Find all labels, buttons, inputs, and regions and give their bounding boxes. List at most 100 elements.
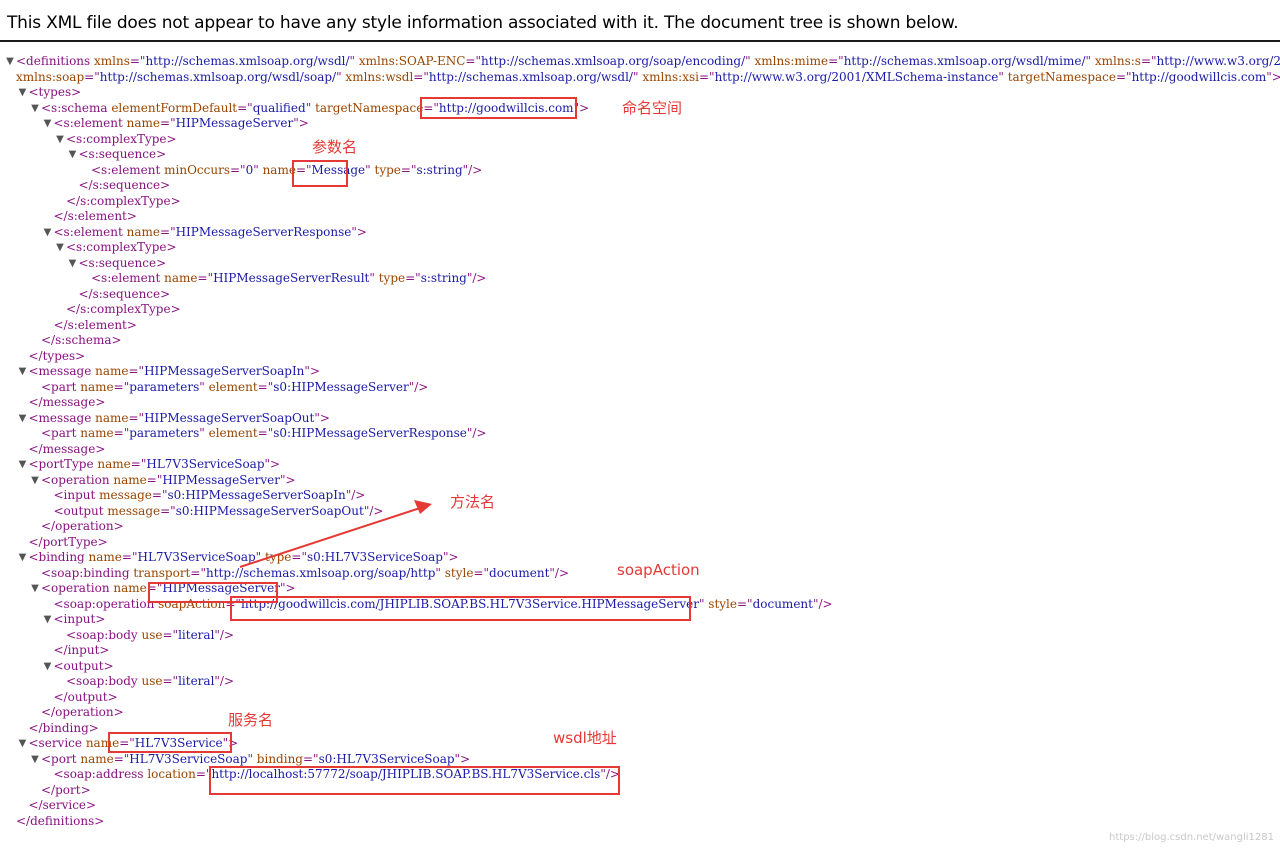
xml-tag-text: <types>	[28, 85, 82, 99]
xml-attr-value: literal	[178, 674, 215, 688]
xml-attr-value: literal	[178, 627, 215, 642]
xml-line: <port name="HL7V3ServiceSoap" binding="s…	[41, 752, 470, 768]
xml-attr-name: minOccurs	[160, 162, 230, 177]
xml-line: </s:schema>	[41, 333, 122, 349]
collapse-toggle-icon[interactable]: ▼	[68, 256, 78, 272]
xml-tag-text: <part	[41, 379, 77, 394]
xml-tag-text: ="	[257, 426, 274, 440]
collapse-toggle-icon[interactable]: ▼	[43, 659, 53, 675]
xml-tag-text: ="	[162, 627, 179, 642]
xml-line: <message name="HIPMessageServerSoapIn">	[29, 364, 321, 380]
xml-attr-name: xmlns:wsdl	[341, 69, 414, 84]
xml-tag-text: <soap:operation	[53, 596, 155, 611]
collapse-toggle-icon[interactable]: ▼	[18, 736, 28, 752]
xml-line: </s:complexType>	[66, 194, 181, 210]
xml-tag-text: ="	[737, 596, 753, 611]
xml-line: </operation>	[41, 519, 124, 535]
xml-line: </portType>	[29, 535, 108, 551]
xml-tag-text: <s:element	[91, 271, 161, 285]
xml-attr-name: use	[137, 674, 163, 688]
xml-attr-name: name	[91, 410, 129, 425]
collapse-toggle-icon[interactable]: ▼	[55, 132, 65, 148]
xml-attr-value: http://goodwillcis.com/JHIPLIB.SOAP.BS.H…	[240, 596, 699, 611]
xml-attr-value: HIPMessageServerResponse	[175, 224, 352, 239]
xml-tag-text: "/>	[363, 503, 384, 518]
xml-attr-value: http://localhost:57772/soap/JHIPLIB.SOAP…	[211, 767, 601, 781]
xml-attr-value: s0:HIPMessageServer	[273, 379, 409, 394]
collapse-toggle-icon[interactable]: ▼	[18, 85, 28, 101]
collapse-toggle-icon[interactable]: ▼	[18, 550, 28, 566]
xml-line: <soap:operation soapAction="http://goodw…	[54, 597, 833, 613]
xml-line: <part name="parameters" element="s0:HIPM…	[41, 380, 428, 396]
xml-tag-text: <s:element	[91, 162, 161, 177]
xml-tag-text: <message	[28, 410, 92, 425]
xml-line: <s:element name="HIPMessageServer">	[54, 116, 309, 132]
xml-attr-value: document	[752, 596, 813, 611]
xml-tag-text: ="	[197, 271, 214, 285]
xml-tag-text: <portType	[28, 457, 94, 471]
collapse-toggle-icon[interactable]: ▼	[18, 411, 28, 427]
collapse-toggle-icon[interactable]: ▼	[30, 101, 40, 117]
banner-message: This XML file does not appear to have an…	[7, 13, 959, 33]
xml-line: <soap:body use="literal"/>	[66, 628, 234, 644]
xml-attr-value: HIPMessageServer	[162, 472, 280, 487]
xml-tag-text: </output>	[53, 689, 118, 704]
xml-tag-text: ="	[121, 550, 138, 564]
collapse-toggle-icon[interactable]: ▼	[55, 240, 65, 256]
xml-tag-text: <soap:body	[66, 627, 138, 642]
xml-line: <s:complexType>	[66, 240, 177, 256]
xml-attr-name: xmlns:s	[1091, 54, 1141, 68]
xml-line: <s:sequence>	[79, 256, 167, 272]
xml-line: <s:element minOccurs="0" name="Message" …	[91, 163, 482, 179]
xml-attr-value: qualified	[252, 100, 306, 115]
xml-attr-name: name	[84, 550, 122, 564]
xml-attr-name: elementFormDefault	[107, 100, 238, 115]
xml-tag-text: <operation	[41, 581, 110, 595]
xml-attr-value: s0:HIPMessageServerResponse	[273, 426, 467, 440]
xml-tag-text: ="	[302, 751, 319, 766]
collapse-toggle-icon[interactable]: ▼	[30, 473, 40, 489]
xml-attr-name: use	[137, 627, 163, 642]
xml-tag-text: ="	[162, 674, 179, 688]
xml-line: <soap:binding transport="http://schemas.…	[41, 566, 569, 582]
xml-tag-text: ">	[314, 410, 330, 425]
xml-tag-text: "/>	[345, 488, 366, 502]
xml-tag-text: "/>	[462, 162, 483, 177]
xml-tag-text: ="	[160, 224, 176, 239]
xml-tag-text: ="	[160, 116, 176, 130]
xml-line: <s:element name="HIPMessageServerRespons…	[54, 225, 367, 241]
xml-tag-text: ="	[146, 581, 163, 595]
xml-tag-text: <message	[28, 364, 92, 378]
collapse-toggle-icon[interactable]: ▼	[43, 116, 53, 132]
collapse-toggle-icon[interactable]: ▼	[30, 752, 40, 768]
collapse-toggle-icon[interactable]: ▼	[43, 225, 53, 241]
xml-tag-text: ="	[151, 488, 168, 502]
collapse-toggle-icon[interactable]: ▼	[68, 147, 78, 163]
collapse-toggle-icon[interactable]: ▼	[43, 612, 53, 628]
xml-tag-text: ">	[351, 224, 367, 239]
collapse-toggle-icon[interactable]: ▼	[5, 54, 15, 70]
collapse-toggle-icon[interactable]: ▼	[18, 364, 28, 380]
collapse-toggle-icon[interactable]: ▼	[30, 581, 40, 597]
collapse-toggle-icon[interactable]: ▼	[18, 457, 28, 473]
xml-attr-value: HL7V3ServiceSoap	[146, 457, 265, 471]
xml-attr-name: location	[143, 767, 196, 781]
xml-attr-value: http://www.w3.org/2	[1156, 54, 1280, 68]
xml-document-tree: ▼ <definitions xmlns="http://schemas.xmls…	[0, 54, 1280, 844]
xml-tag-text: ="	[129, 54, 146, 68]
xml-tag-text: ="	[230, 162, 246, 177]
xml-line: </binding>	[29, 721, 99, 737]
xml-line: <s:sequence>	[79, 147, 167, 163]
xml-line: </types>	[29, 349, 86, 365]
xml-line: <output message="s0:HIPMessageServerSoap…	[54, 504, 384, 520]
xml-tag-text: ="	[413, 69, 429, 84]
xml-tag-text: ">	[222, 736, 239, 750]
annotation-method: 方法名	[450, 493, 496, 511]
xml-tag-text: ="	[128, 410, 145, 425]
xml-attr-value: s0:HL7V3ServiceSoap	[318, 751, 455, 766]
xml-attr-value: http://www.w3.org/2001/XMLSchema-instanc…	[714, 69, 999, 84]
xml-tag-text: </s:sequence>	[78, 178, 171, 192]
xml-attr-name: name	[258, 162, 296, 177]
xml-tag-text: <soap:address	[53, 767, 144, 781]
xml-tag-text: </s:complexType>	[66, 193, 181, 208]
